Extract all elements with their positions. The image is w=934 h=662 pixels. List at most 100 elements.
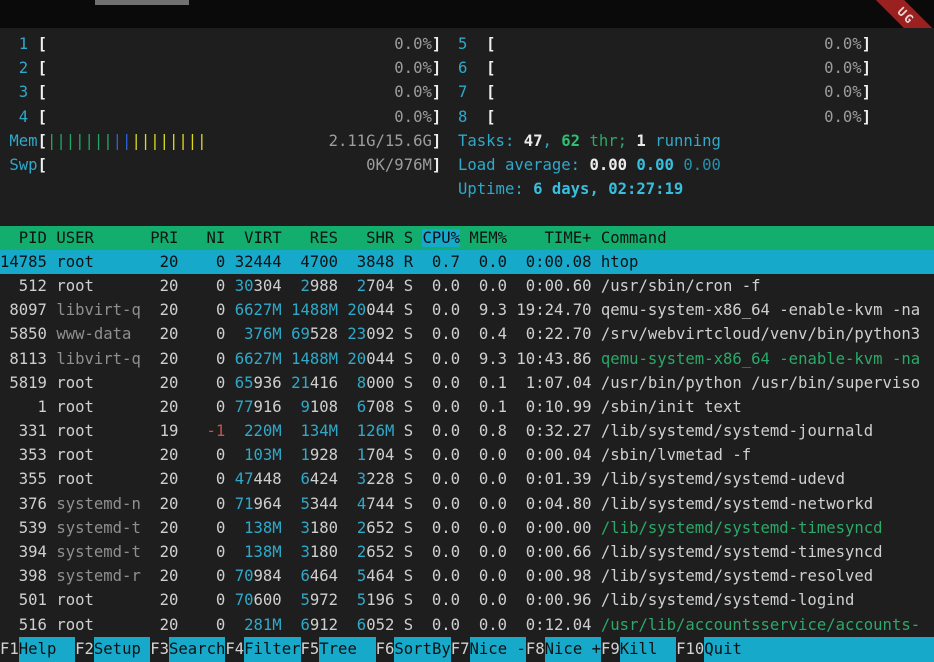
open-bracket: [	[38, 35, 47, 53]
process-row-512[interactable]: 512 root 20 0 30304 2988 2704 S 0.0 0.0 …	[0, 274, 934, 298]
open-bracket: [	[38, 59, 47, 77]
cpu-meter-3-label: 3	[0, 83, 38, 101]
fkey-f1-button[interactable]: F1Help	[0, 637, 75, 662]
cpu-meter-4-track: 0.0%	[47, 105, 432, 129]
text-segment: 2	[357, 543, 366, 561]
text-segment: 47	[235, 470, 254, 488]
close-bracket: ]	[862, 83, 871, 101]
htop-terminal: 1 [0.0%] 2 [0.0%] 3 [0.0%] 4 [0.0%] Mem[…	[0, 28, 934, 662]
close-bracket: ]	[862, 108, 871, 126]
screen: UG 1 [0.0%] 2 [0.0%] 3 [0.0%] 4 [0.0%] M…	[0, 0, 934, 662]
memory-meter-label: Mem	[0, 132, 38, 150]
text-segment: 103M	[244, 446, 282, 464]
process-row-14785[interactable]: 14785 root 20 0 32444 4700 3848 R 0.7 0.…	[0, 250, 934, 274]
memory-meter-bars: |||||||	[47, 129, 113, 153]
function-key-bar: F1Help F2Setup F3SearchF4FilterF5Tree F6…	[0, 637, 934, 662]
fkey-f4-button[interactable]: F4Filter	[225, 637, 300, 662]
fkey-label: F4	[225, 637, 244, 662]
text-segment: www-data	[56, 325, 150, 343]
meters-left-column: 1 [0.0%] 2 [0.0%] 3 [0.0%] 4 [0.0%] Mem[…	[0, 32, 441, 177]
process-row-394[interactable]: 394 systemd-t 20 0 138M 3180 2652 S 0.0 …	[0, 540, 934, 564]
cpu-meter-3-track: 0.0%	[47, 80, 432, 104]
text-segment: 138M	[244, 543, 282, 561]
cpu-meter-8: 8 [0.0%]	[458, 105, 871, 129]
fkey-f5-button[interactable]: F5Tree	[301, 637, 376, 662]
fkey-f9-button[interactable]: F9Kill	[601, 637, 676, 662]
text-segment: 0.00	[636, 156, 683, 174]
cpu-meter-5-label: 5	[458, 35, 486, 53]
process-row-331[interactable]: 331 root 19 -1 220M 134M 126M S 0.0 0.8 …	[0, 419, 934, 443]
process-row-1[interactable]: 1 root 20 0 77916 9108 6708 S 0.0 0.1 0:…	[0, 395, 934, 419]
cpu-meter-5: 5 [0.0%]	[458, 32, 871, 56]
fkey-action-label: SortBy	[394, 637, 450, 662]
uptime-line: Uptime: 6 days, 02:27:19	[458, 177, 871, 201]
text-segment: 000 S 0.0 0.1 1:07.04 /usr/bin/python /u…	[366, 374, 920, 392]
process-row-398[interactable]: 398 systemd-r 20 0 70984 6464 5464 S 0.0…	[0, 564, 934, 588]
text-segment: 353 root 20 0	[0, 446, 244, 464]
text-segment: 964	[254, 495, 301, 513]
text-segment: 528	[310, 325, 348, 343]
debug-ribbon-label: UG	[895, 5, 918, 28]
text-segment: 4	[357, 495, 366, 513]
text-segment: 20 0	[150, 543, 244, 561]
process-row-353[interactable]: 353 root 20 0 103M 1928 1704 S 0.0 0.0 0…	[0, 443, 934, 467]
text-segment: 652 S 0.0 0.0 0:00.66 /lib/systemd/syste…	[366, 543, 882, 561]
fkey-action-label: Tree	[319, 637, 375, 662]
text-segment: 20 0	[150, 301, 235, 319]
memory-meter: Mem[|||||||||||||||||2.11G/15.6G]	[0, 129, 441, 153]
process-row-376[interactable]: 376 systemd-n 20 0 71964 5344 4744 S 0.0…	[0, 492, 934, 516]
fkey-f6-button[interactable]: F6SortBy	[376, 637, 451, 662]
text-segment: 988	[310, 277, 357, 295]
table-header-row[interactable]: PID USER PRI NI VIRT RES SHR S CPU% MEM%…	[0, 226, 934, 250]
fkey-f7-button[interactable]: F7Nice -	[451, 637, 526, 662]
text-segment: 464	[310, 567, 357, 585]
text-segment: 936	[254, 374, 292, 392]
text-segment: 344	[310, 495, 357, 513]
process-row-8113[interactable]: 8113 libvirt-q 20 0 6627M 1488M 20044 S …	[0, 347, 934, 371]
text-segment: 6627M	[235, 301, 282, 319]
meters-right-column: 5 [0.0%]6 [0.0%]7 [0.0%]8 [0.0%]Tasks: 4…	[458, 32, 871, 201]
text-segment	[282, 422, 301, 440]
swap-meter-value: 0K/976M	[366, 153, 432, 177]
text-segment: 2	[357, 277, 366, 295]
close-bracket: ]	[432, 59, 441, 77]
text-segment: 69	[291, 325, 310, 343]
process-row-501[interactable]: 501 root 20 0 70600 5972 5196 S 0.0 0.0 …	[0, 588, 934, 612]
process-row-5819[interactable]: 5819 root 20 0 65936 21416 8000 S 0.0 0.…	[0, 371, 934, 395]
text-segment: 501 root 20 0	[0, 591, 235, 609]
cpu-meter-3: 3 [0.0%]	[0, 80, 441, 104]
text-segment: thr;	[580, 132, 636, 150]
text-segment: 20	[347, 301, 366, 319]
text-segment: libvirt-q	[56, 301, 150, 319]
fkey-label: F7	[451, 637, 470, 662]
open-bracket: [	[486, 59, 495, 77]
fkey-f10-button[interactable]: F10Quit	[676, 637, 742, 662]
process-row-539[interactable]: 539 systemd-t 20 0 138M 3180 2652 S 0.0 …	[0, 516, 934, 540]
process-row-8097[interactable]: 8097 libvirt-q 20 0 6627M 1488M 20044 S …	[0, 298, 934, 322]
text-segment	[338, 301, 347, 319]
text-segment	[282, 325, 291, 343]
fkey-f8-button[interactable]: F8Nice +	[526, 637, 601, 662]
close-bracket: ]	[432, 132, 441, 150]
fkey-f3-button[interactable]: F3Search	[150, 637, 225, 662]
text-segment	[225, 422, 244, 440]
text-segment: /lib/systemd/systemd-timesyncd	[601, 519, 883, 537]
cpu-meter-1-value: 0.0%	[394, 32, 432, 56]
text-segment: qemu-system-x86_64 -enable-kvm -na	[601, 350, 920, 368]
process-row-355[interactable]: 355 root 20 0 47448 6424 3228 S 0.0 0.0 …	[0, 467, 934, 491]
text-segment: 1 root 20 0	[0, 398, 235, 416]
fkey-action-label: Nice -	[470, 637, 526, 662]
text-segment: 652 S 0.0 0.0 0:00.00	[366, 519, 601, 537]
cpu-meter-4-value: 0.0%	[394, 105, 432, 129]
open-bracket: [	[486, 83, 495, 101]
text-segment: 2	[300, 277, 309, 295]
text-segment: 30	[235, 277, 254, 295]
text-segment: libvirt-q	[56, 350, 150, 368]
text-segment: 20	[347, 350, 366, 368]
fkey-f2-button[interactable]: F2Setup	[75, 637, 150, 662]
process-row-516[interactable]: 516 root 20 0 281M 6912 6052 S 0.0 0.0 0…	[0, 613, 934, 637]
text-segment	[338, 350, 347, 368]
process-row-5850[interactable]: 5850 www-data 20 0 376M 69528 23092 S 0.…	[0, 322, 934, 346]
cpu-meter-7: 7 [0.0%]	[458, 80, 871, 104]
fkey-label: F9	[601, 637, 620, 662]
